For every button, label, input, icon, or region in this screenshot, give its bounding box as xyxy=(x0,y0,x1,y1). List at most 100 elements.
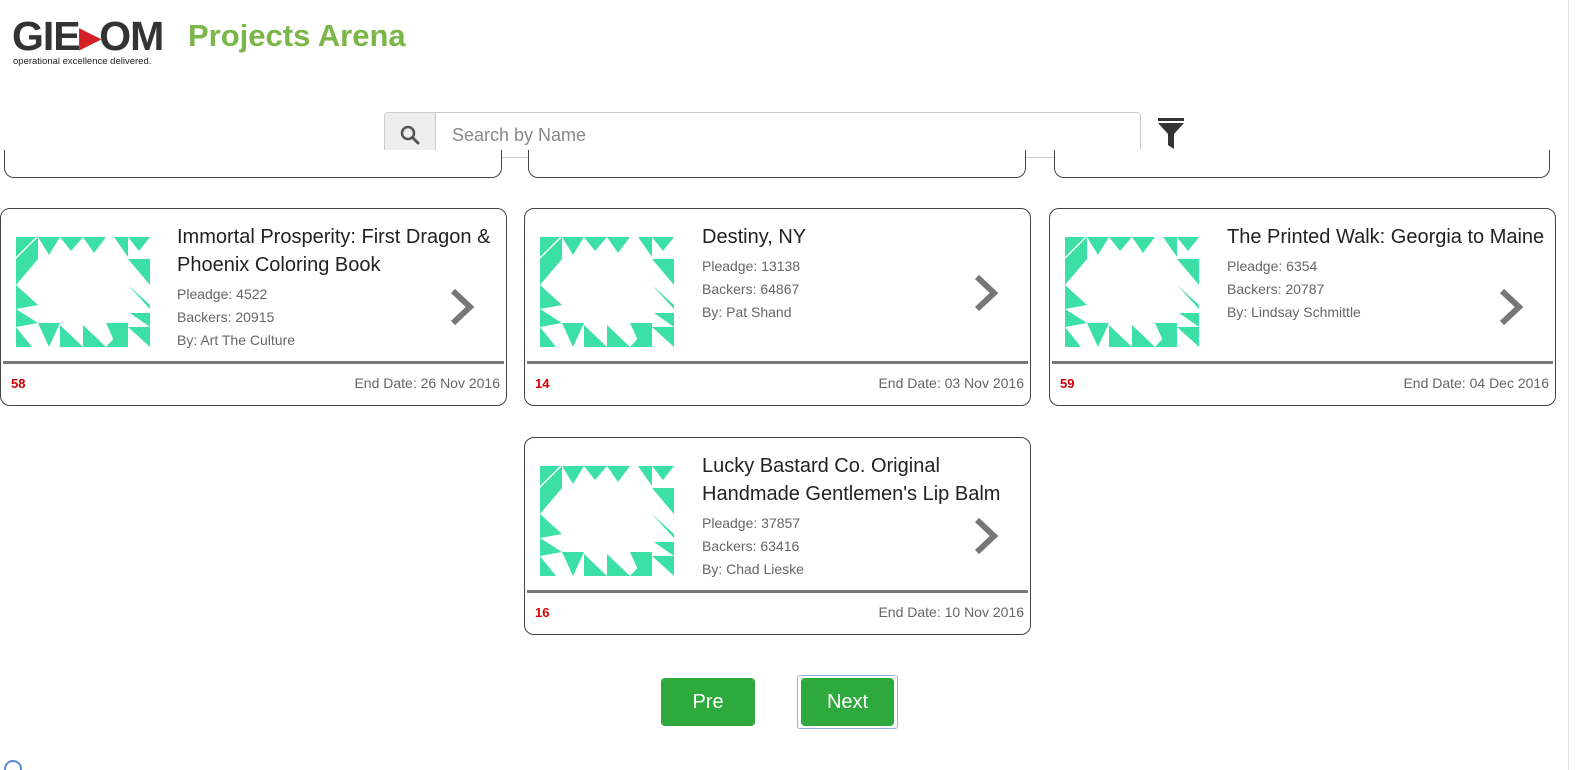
identicon-shape xyxy=(652,466,674,480)
filter-icon xyxy=(1158,118,1184,149)
project-identicon xyxy=(540,466,674,576)
identicon-shape xyxy=(1177,285,1199,309)
identicon-shape xyxy=(1109,325,1132,347)
identicon-shape xyxy=(60,237,83,251)
project-title: Lucky Bastard Co. Original Handmade Gent… xyxy=(702,455,1001,505)
identicon-shape xyxy=(540,538,562,556)
identicon-shape xyxy=(562,466,584,484)
days-left: 58 xyxy=(11,376,26,391)
identicon-shape xyxy=(607,325,630,347)
identicon-shape xyxy=(1163,237,1177,257)
identicon-shape xyxy=(562,552,584,576)
identicon-shape xyxy=(128,327,150,347)
project-title: The Printed Walk: Georgia to Maine xyxy=(1227,226,1545,248)
identicon-shape xyxy=(540,309,562,327)
identicon-shape xyxy=(128,285,150,309)
identicon-shape xyxy=(638,237,652,257)
project-card[interactable]: Destiny, NY Pleadge: 13138 Backers: 6486… xyxy=(524,208,1031,406)
identicon-shape xyxy=(16,327,32,347)
identicon-shape xyxy=(540,514,562,538)
logo-play-mark: ▸ xyxy=(79,13,101,59)
identicon-shape xyxy=(584,554,607,576)
identicon-shape xyxy=(584,466,607,480)
card-partial xyxy=(4,150,502,178)
identicon-shape xyxy=(83,325,106,347)
identicon-shape xyxy=(652,514,674,538)
identicon-shape xyxy=(540,488,562,514)
identicon-shape xyxy=(540,327,556,347)
card-footer: 14 End Date: 03 Nov 2016 xyxy=(527,361,1028,405)
page-scrollbar[interactable] xyxy=(1568,0,1576,770)
identicon-shape xyxy=(652,556,674,576)
project-card[interactable]: Lucky Bastard Co. Original Handmade Gent… xyxy=(524,437,1031,635)
identicon-shape xyxy=(38,237,60,255)
identicon-shape xyxy=(1065,309,1087,327)
card-footer: 16 End Date: 10 Nov 2016 xyxy=(527,590,1028,634)
identicon-shape xyxy=(652,285,674,309)
days-left: 59 xyxy=(1060,376,1075,391)
identicon-shape xyxy=(60,325,83,347)
chevron-right-icon[interactable] xyxy=(1497,287,1527,327)
identicon-shape xyxy=(1179,313,1199,327)
card-partial xyxy=(1054,150,1550,178)
project-title: Immortal Prosperity: First Dragon & Phoe… xyxy=(177,226,491,276)
identicon-shape xyxy=(1132,325,1155,347)
identicon-shape xyxy=(16,309,38,327)
identicon-shape xyxy=(540,556,556,576)
pre-button[interactable]: Pre xyxy=(661,678,755,726)
identicon-shape xyxy=(128,237,150,251)
gieom-logo[interactable]: GIE▸OM operational excellence delivered. xyxy=(12,14,167,70)
identicon-shape xyxy=(130,313,150,327)
identicon-shape xyxy=(607,466,630,482)
identicon-shape xyxy=(562,237,584,255)
identicon-shape xyxy=(638,466,652,486)
identicon-shape xyxy=(83,237,106,253)
identicon-shape xyxy=(1177,327,1199,347)
card-footer: 59 End Date: 04 Dec 2016 xyxy=(1052,361,1553,405)
project-identicon xyxy=(540,237,674,347)
identicon-shape xyxy=(652,237,674,251)
logo-tagline: operational excellence delivered. xyxy=(13,56,152,67)
identicon-shape xyxy=(654,313,674,327)
project-identicon xyxy=(16,237,150,347)
identicon-shape xyxy=(128,259,150,285)
project-card[interactable]: The Printed Walk: Georgia to Maine Plead… xyxy=(1049,208,1556,406)
identicon-shape xyxy=(607,237,630,253)
identicon-shape xyxy=(1177,259,1199,285)
end-date: End Date: 10 Nov 2016 xyxy=(878,604,1024,620)
search-icon xyxy=(400,125,420,145)
identicon-shape xyxy=(607,554,630,576)
identicon-shape xyxy=(1177,237,1199,251)
identicon-shape xyxy=(652,259,674,285)
project-pledge: Pleadge: 6354 xyxy=(1227,258,1318,274)
help-icon[interactable] xyxy=(4,760,22,770)
card-footer: 58 End Date: 26 Nov 2016 xyxy=(3,361,504,405)
card-partial xyxy=(528,150,1026,178)
chevron-right-icon[interactable] xyxy=(448,287,478,327)
identicon-shape xyxy=(654,542,674,556)
end-date: End Date: 26 Nov 2016 xyxy=(354,375,500,391)
chevron-right-icon[interactable] xyxy=(972,516,1002,556)
days-left: 14 xyxy=(535,376,550,391)
logo-wordmark: GIE▸OM xyxy=(12,13,164,59)
project-card[interactable]: Immortal Prosperity: First Dragon & Phoe… xyxy=(0,208,507,406)
identicon-shape xyxy=(114,237,128,257)
identicon-shape xyxy=(584,237,607,251)
project-title: Destiny, NY xyxy=(702,226,807,248)
identicon-shape xyxy=(584,325,607,347)
end-date: End Date: 03 Nov 2016 xyxy=(878,375,1024,391)
identicon-shape xyxy=(1087,323,1109,347)
header: GIE▸OM operational excellence delivered.… xyxy=(0,0,1576,80)
chevron-right-icon[interactable] xyxy=(972,273,1002,313)
next-button[interactable]: Next xyxy=(801,678,894,726)
identicon-shape xyxy=(16,285,38,309)
identicon-shape xyxy=(1065,285,1087,309)
project-author: By: Art The Culture xyxy=(177,332,296,348)
project-author: By: Chad Lieske xyxy=(702,561,804,577)
identicon-shape xyxy=(1132,237,1155,253)
end-date: End Date: 04 Dec 2016 xyxy=(1403,375,1549,391)
identicon-shape xyxy=(1065,327,1081,347)
identicon-shape xyxy=(1065,259,1087,285)
identicon-shape xyxy=(562,323,584,347)
filter-button[interactable] xyxy=(1156,116,1186,152)
